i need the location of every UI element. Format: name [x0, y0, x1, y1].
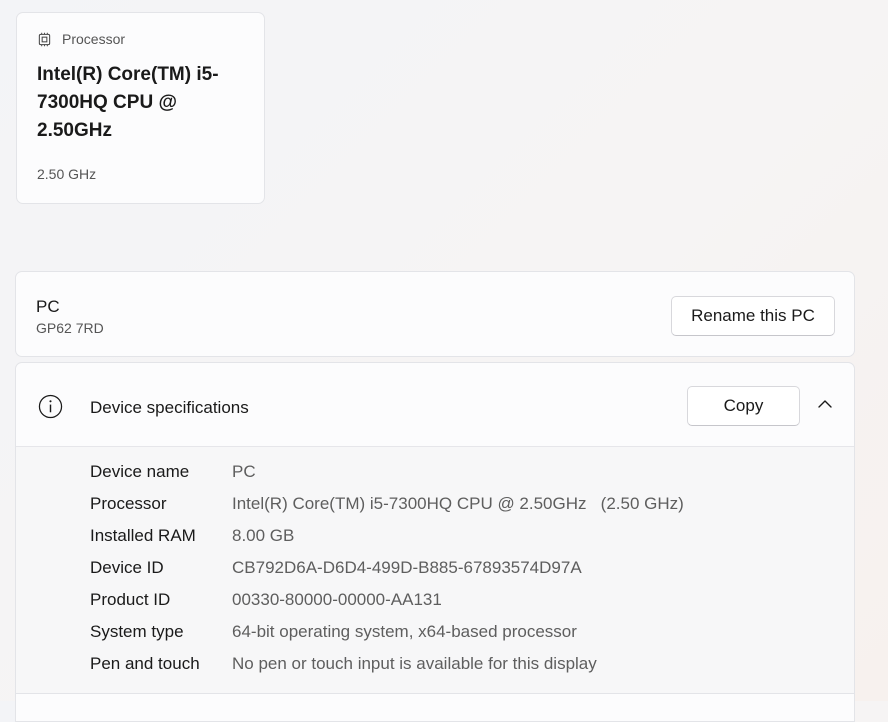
info-icon [38, 394, 63, 419]
spec-row-device-id: Device ID CB792D6A-D6D4-499D-B885-678935… [90, 552, 582, 584]
spec-label: Installed RAM [90, 526, 196, 545]
device-specifications-list: Device name PC Processor Intel(R) Core(T… [16, 447, 854, 693]
processor-card-header: Processor [37, 31, 125, 47]
processor-card-heading: Processor [62, 31, 126, 47]
spec-label: Pen and touch [90, 654, 200, 673]
spec-value: CB792D6A-D6D4-499D-B885-67893574D97A [232, 558, 582, 577]
chip-icon [38, 32, 51, 46]
spec-label: Device name [90, 462, 190, 481]
processor-name: Intel(R) Core(TM) i5-7300HQ CPU @ 2.50GH… [37, 64, 219, 141]
spec-row-system-type: System type 64-bit operating system, x64… [90, 616, 577, 648]
spec-label: Processor [90, 494, 167, 513]
rename-pc-button[interactable]: Rename this PC [671, 296, 835, 336]
chevron-up-icon[interactable] [816, 397, 834, 411]
spec-row-product-id: Product ID 00330-80000-00000-AA131 [90, 584, 442, 616]
spec-label: System type [90, 622, 184, 641]
spec-label: Device ID [90, 558, 164, 577]
spec-value: 64-bit operating system, x64-based proce… [232, 622, 577, 641]
device-specifications-title: Device specifications [90, 398, 249, 417]
spec-value: Intel(R) Core(TM) i5-7300HQ CPU @ 2.50GH… [232, 494, 684, 513]
spec-label: Product ID [90, 590, 171, 609]
divider [16, 693, 854, 694]
pc-name: PC [36, 297, 60, 316]
device-specifications-panel: Device specifications Copy Device name P… [15, 362, 855, 722]
spec-value: PC [232, 462, 256, 481]
pc-model: GP62 7RD [36, 320, 104, 336]
pc-card: PC GP62 7RD Rename this PC [15, 271, 855, 357]
spec-value: 00330-80000-00000-AA131 [232, 590, 442, 609]
spec-row-installed-ram: Installed RAM 8.00 GB [90, 520, 294, 552]
processor-speed: 2.50 GHz [37, 166, 97, 182]
spec-value: 8.00 GB [232, 526, 295, 545]
spec-value: No pen or touch input is available for t… [232, 654, 597, 673]
device-specifications-header[interactable]: Device specifications Copy [16, 363, 854, 447]
spec-row-processor: Processor Intel(R) Core(TM) i5-7300HQ CP… [90, 488, 684, 520]
spec-row-device-name: Device name PC [90, 456, 256, 488]
spec-row-pen-and-touch: Pen and touch No pen or touch input is a… [90, 648, 597, 680]
copy-button[interactable]: Copy [687, 386, 800, 426]
processor-card: Processor Intel(R) Core(TM) i5-7300HQ CP… [16, 12, 265, 204]
